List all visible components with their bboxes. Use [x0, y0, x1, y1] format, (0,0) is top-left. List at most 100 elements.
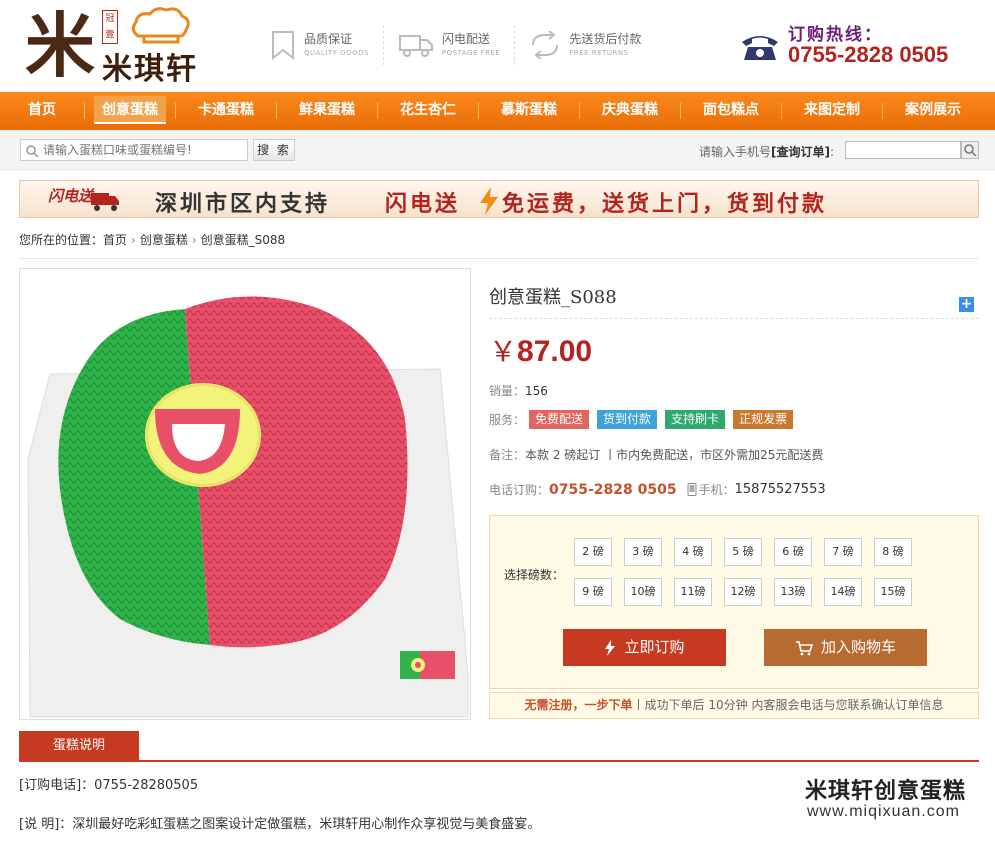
add-to-cart-button[interactable]: 加入购物车 [764, 629, 927, 666]
promo-banner[interactable]: 闪电送 深圳市区内支持 闪电送 免运费，送货上门，货到付款 [19, 180, 979, 218]
banner-badge: 闪电送 [48, 187, 94, 205]
banner-text-region: 深圳市区内支持 [155, 192, 331, 217]
feature-quality: 品质保证 QUALITY GOODS [270, 25, 384, 65]
note-label: 备注： [489, 448, 526, 462]
chef-hat-icon [131, 7, 190, 44]
price-currency: ￥ [489, 335, 518, 368]
size-option-15[interactable]: 15磅 [874, 578, 912, 606]
logo-text: 米琪轩 [102, 52, 198, 87]
header: 米 冠壹 米琪轩 品质保证 QUALITY GOODS 闪电配送 POSTAGE… [0, 0, 995, 92]
feature-delivery: 闪电配送 POSTAGE FREE [398, 25, 516, 65]
nav-peanut-almond[interactable]: 花生杏仁 [378, 92, 478, 130]
search-button[interactable]: 搜 索 [253, 139, 295, 161]
feature-title: 闪电配送 [441, 32, 490, 46]
size-option-14[interactable]: 14磅 [824, 578, 862, 606]
feature-payment: 先送货后付款 FREE RETURNS [529, 25, 655, 65]
watermark-url: www.miqixuan.com [807, 803, 960, 820]
add-to-cart-label: 加入购物车 [820, 638, 896, 656]
sales-label: 销量： [489, 384, 526, 398]
hotline-number: 0755-2828 0505 [788, 42, 949, 67]
nav-showcase[interactable]: 案例展示 [883, 92, 983, 130]
size-option-13[interactable]: 13磅 [774, 578, 812, 606]
chevron-right-icon: › [131, 233, 136, 247]
divider [19, 258, 979, 259]
search-bar: 搜 索 请输入手机号[查询订单]: [0, 130, 995, 170]
feature-subtitle: FREE RETURNS [569, 49, 629, 57]
buy-now-button[interactable]: 立即订购 [563, 629, 726, 666]
product-phone: 电话订购： 0755-2828 0505 手机： 15875527553 [489, 481, 826, 498]
order-phone-input[interactable] [845, 141, 961, 159]
order-query-button[interactable] [961, 141, 979, 159]
banner-text-terms: 免运费，送货上门，货到付款 [502, 192, 828, 217]
size-option-9[interactable]: 9 磅 [574, 578, 612, 606]
size-selector: 选择磅数： 2 磅 3 磅 4 磅 5 磅 6 磅 7 磅 8 磅 9 磅 10… [489, 515, 979, 689]
size-option-3[interactable]: 3 磅 [624, 538, 662, 566]
breadcrumb-prefix: 您所在的位置： [19, 233, 104, 247]
service-label: 服务： [489, 413, 526, 427]
order-query-label: 请输入手机号[查询订单]: [699, 143, 834, 160]
size-option-8[interactable]: 8 磅 [874, 538, 912, 566]
size-option-10[interactable]: 10磅 [624, 578, 662, 606]
order-query-prefix: 请输入手机号 [699, 145, 772, 159]
size-option-12[interactable]: 12磅 [724, 578, 762, 606]
nav-creative-cake[interactable]: 创意蛋糕 [85, 92, 175, 130]
hotline: 订购热线： 0755-2828 0505 [740, 18, 985, 68]
breadcrumb: 您所在的位置：首页 › 创意蛋糕 › 创意蛋糕_S088 [19, 231, 285, 248]
size-label: 选择磅数： [504, 568, 565, 582]
lightning-icon [480, 187, 498, 215]
breadcrumb-home[interactable]: 首页 [103, 233, 127, 247]
size-option-6[interactable]: 6 磅 [774, 538, 812, 566]
order-query-bold: [查询订单] [771, 145, 830, 159]
nav-label: 卡通蛋糕 [198, 102, 254, 118]
nav-label: 花生杏仁 [400, 102, 456, 118]
size-option-2[interactable]: 2 磅 [574, 538, 612, 566]
divider [19, 760, 979, 762]
nav-celebration-cake[interactable]: 庆典蛋糕 [580, 92, 680, 130]
tab-cake-description[interactable]: 蛋糕说明 [19, 731, 139, 761]
nav-fruit-cake[interactable]: 鲜果蛋糕 [277, 92, 377, 130]
service-tag-cod: 货到付款 [597, 410, 658, 429]
chevron-right-icon: › [191, 233, 197, 247]
nav-label: 创意蛋糕 [94, 96, 166, 124]
feature-subtitle: QUALITY GOODS [304, 49, 369, 57]
phone-number: 0755-2828 0505 [549, 481, 677, 498]
size-option-11[interactable]: 11磅 [674, 578, 712, 606]
nav-cartoon-cake[interactable]: 卡通蛋糕 [176, 92, 276, 130]
product-services: 服务： 免费配送 货到付款 支持刷卡 正规发票 [489, 410, 801, 429]
nav-bakery[interactable]: 面包糕点 [681, 92, 781, 130]
product-image[interactable] [19, 268, 471, 720]
return-icon [532, 31, 559, 59]
main-nav: 首页 创意蛋糕 卡通蛋糕 鲜果蛋糕 花生杏仁 慕斯蛋糕 庆典蛋糕 面包糕点 来图… [0, 92, 995, 130]
nav-home[interactable]: 首页 [0, 92, 84, 130]
feature-list: 品质保证 QUALITY GOODS 闪电配送 POSTAGE FREE 先送货… [270, 25, 669, 65]
nav-label: 面包糕点 [703, 102, 759, 118]
nav-label: 来图定制 [804, 102, 860, 118]
divider [489, 318, 979, 319]
nav-mousse-cake[interactable]: 慕斯蛋糕 [479, 92, 579, 130]
share-plus-icon[interactable]: + [959, 297, 974, 312]
nav-custom-order[interactable]: 来图定制 [782, 92, 882, 130]
order-tip-highlight: 无需注册，一步下单 [524, 698, 633, 712]
size-option-4[interactable]: 4 磅 [674, 538, 712, 566]
product-price: ￥87.00 [489, 330, 592, 370]
product-title: 创意蛋糕_S088 [489, 287, 617, 308]
search-icon [26, 145, 39, 158]
nav-label: 鲜果蛋糕 [299, 102, 355, 118]
cart-icon [795, 640, 814, 655]
nav-label: 案例展示 [905, 102, 961, 118]
feature-title: 品质保证 [304, 32, 353, 46]
site-logo[interactable]: 米 冠壹 米琪轩 [20, 6, 230, 88]
search-icon [964, 144, 977, 157]
breadcrumb-current: 创意蛋糕_S088 [200, 233, 286, 247]
truck-icon [398, 35, 433, 57]
description-phone: [订购电话]：0755-28280505 [19, 778, 199, 793]
search-input[interactable] [43, 142, 243, 158]
order-tip: 无需注册，一步下单丨成功下单后 10分钟 内客服会电话与您联系确认订单信息 [489, 692, 979, 719]
bookmark-icon [272, 31, 294, 60]
price-amount: 87.00 [517, 335, 593, 368]
size-option-5[interactable]: 5 磅 [724, 538, 762, 566]
mobile-number: 15875527553 [734, 482, 826, 497]
breadcrumb-category[interactable]: 创意蛋糕 [140, 233, 188, 247]
size-option-7[interactable]: 7 磅 [824, 538, 862, 566]
product-note: 备注：本款 2 磅起订 丨市内免费配送，市区外需加25元配送费 [489, 446, 823, 463]
